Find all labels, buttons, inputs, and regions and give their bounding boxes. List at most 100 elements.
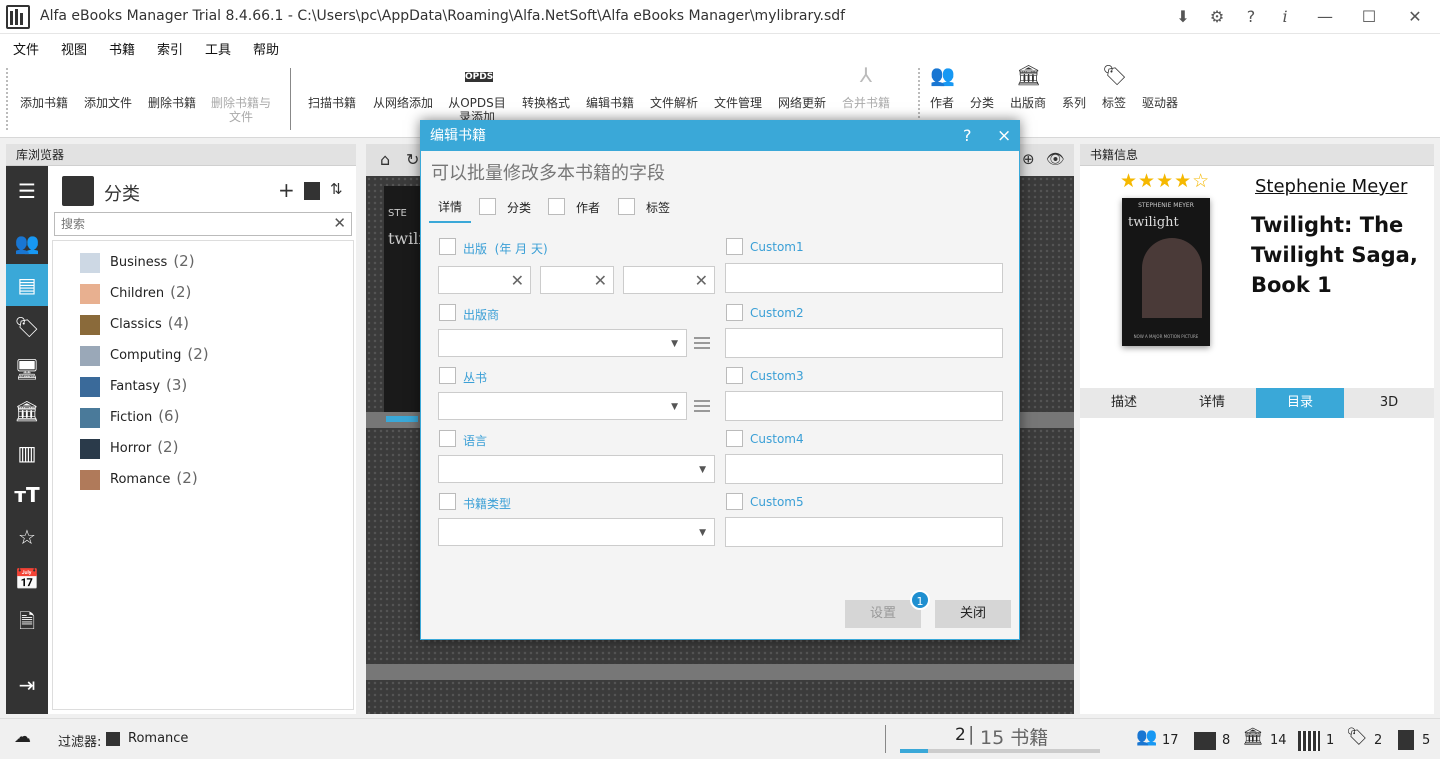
list-item[interactable]: Romance(2) — [80, 467, 198, 489]
list-item[interactable]: Fantasy(3) — [80, 374, 187, 396]
tab-contents[interactable]: 目录 — [1256, 388, 1344, 418]
cloud-icon[interactable]: ☁ — [14, 727, 31, 747]
tags-button[interactable]: 🏷标签 — [1096, 68, 1132, 110]
series-checkbox[interactable] — [439, 367, 456, 384]
nav-star-icon[interactable]: ☆ — [6, 516, 48, 558]
book-spine[interactable]: STEtwili — [384, 186, 422, 412]
clear-icon[interactable]: ✕ — [594, 271, 607, 290]
series-button[interactable]: 系列 — [1056, 68, 1092, 110]
publisher-select[interactable]: ▼ — [438, 329, 687, 357]
book-cover[interactable]: STEPHENIE MEYER twilight NOW A MAJOR MOT… — [1122, 198, 1210, 346]
add-from-opds-button[interactable]: OPDS从OPDS目录添加 — [442, 68, 512, 124]
published-year-field[interactable]: ✕ — [438, 266, 531, 294]
published-day-field[interactable]: ✕ — [623, 266, 715, 294]
tab-author[interactable]: 作者 — [576, 199, 600, 216]
search-box[interactable]: ✕ — [54, 212, 352, 236]
list-item[interactable]: Children(2) — [80, 281, 191, 303]
menu-view[interactable]: 视图 — [61, 39, 87, 58]
minimize-button[interactable]: — — [1302, 0, 1348, 34]
language-checkbox[interactable] — [439, 430, 456, 447]
delete-category-icon[interactable] — [304, 182, 320, 200]
home-icon[interactable]: ⌂ — [380, 150, 390, 169]
close-button[interactable]: 关闭 — [935, 600, 1011, 628]
merge-books-button[interactable]: ⅄合并书籍 — [834, 68, 898, 110]
series-select[interactable]: ▼ — [438, 392, 687, 420]
web-update-button[interactable]: 网络更新 — [770, 68, 834, 110]
nav-tags-icon[interactable]: 🏷 — [6, 306, 48, 348]
book-type-checkbox[interactable] — [439, 493, 456, 510]
custom3-checkbox[interactable] — [726, 367, 743, 384]
nav-calendar-icon[interactable]: 📅 — [6, 558, 48, 600]
list-item[interactable]: Horror(2) — [80, 436, 178, 458]
edit-book-button[interactable]: 编辑书籍 — [578, 68, 642, 110]
add-book-button[interactable]: 添加书籍 — [12, 68, 76, 110]
clear-icon[interactable]: ✕ — [695, 271, 708, 290]
refresh-icon[interactable]: ↻ — [406, 150, 419, 169]
tab-tags[interactable]: 标签 — [646, 199, 670, 216]
custom3-input[interactable] — [725, 391, 1003, 421]
tab-description[interactable]: 描述 — [1080, 388, 1168, 418]
publishers-button[interactable]: 🏛出版商 — [1004, 68, 1052, 110]
menu-help[interactable]: 帮助 — [253, 39, 279, 58]
book-author-link[interactable]: Stephenie Meyer — [1255, 176, 1407, 197]
custom1-checkbox[interactable] — [726, 238, 743, 255]
rating-stars[interactable]: ★★★★☆ — [1120, 170, 1210, 192]
add-from-web-button[interactable]: 从网络添加 — [368, 68, 438, 110]
custom2-checkbox[interactable] — [726, 304, 743, 321]
nav-authors-icon[interactable]: 👥 — [6, 222, 48, 264]
scan-books-button[interactable]: 扫描书籍 — [300, 68, 364, 110]
add-icon[interactable]: + — [278, 178, 295, 202]
drives-button[interactable]: 驱动器 — [1136, 68, 1184, 110]
nav-series-icon[interactable]: ▥ — [6, 432, 48, 474]
sort-icon[interactable]: ⇅ — [330, 180, 343, 198]
delete-book-and-file-button[interactable]: 删除书籍与文件 — [204, 68, 278, 124]
custom2-input[interactable] — [725, 328, 1003, 358]
menu-books[interactable]: 书籍 — [109, 39, 135, 58]
convert-format-button[interactable]: 转换格式 — [514, 68, 578, 110]
tags-tab-checkbox[interactable] — [618, 198, 635, 215]
published-checkbox[interactable] — [439, 238, 456, 255]
close-window-button[interactable]: ✕ — [1392, 0, 1438, 34]
list-icon[interactable] — [694, 398, 710, 412]
eye-icon[interactable]: 👁 — [1046, 150, 1065, 168]
category-tab-checkbox[interactable] — [479, 198, 496, 215]
publisher-checkbox[interactable] — [439, 304, 456, 321]
menu-index[interactable]: 索引 — [157, 39, 183, 58]
language-select[interactable]: ▼ — [438, 455, 715, 483]
zoom-icon[interactable]: ⊕ — [1022, 150, 1035, 168]
set-button[interactable]: 设置 — [845, 600, 921, 628]
list-icon[interactable] — [694, 335, 710, 349]
maximize-button[interactable]: ☐ — [1346, 0, 1392, 34]
list-item[interactable]: Computing(2) — [80, 343, 209, 365]
menu-icon[interactable]: ☰ — [6, 170, 48, 212]
nav-file-icon[interactable]: 🗎 — [6, 600, 48, 642]
custom1-input[interactable] — [725, 263, 1003, 293]
file-manage-button[interactable]: 文件管理 — [706, 68, 770, 110]
nav-font-icon[interactable]: тT — [6, 474, 48, 516]
nav-categories-icon[interactable]: ▤ — [6, 264, 48, 306]
custom5-input[interactable] — [725, 517, 1003, 547]
book-type-select[interactable]: ▼ — [438, 518, 715, 546]
dialog-close-icon[interactable]: × — [997, 121, 1011, 151]
author-tab-checkbox[interactable] — [548, 198, 565, 215]
search-input[interactable] — [55, 213, 325, 235]
nav-publishers-icon[interactable]: 🏛 — [6, 390, 48, 432]
nav-monitor-icon[interactable]: 🖥 — [6, 348, 48, 390]
add-file-button[interactable]: 添加文件 — [76, 68, 140, 110]
custom4-checkbox[interactable] — [726, 430, 743, 447]
clear-search-icon[interactable]: ✕ — [333, 214, 346, 232]
categories-button[interactable]: 分类 — [964, 68, 1000, 110]
list-item[interactable]: Classics(4) — [80, 312, 189, 334]
custom5-checkbox[interactable] — [726, 493, 743, 510]
menu-tools[interactable]: 工具 — [205, 39, 231, 58]
custom4-input[interactable] — [725, 454, 1003, 484]
menu-file[interactable]: 文件 — [13, 39, 39, 58]
list-item[interactable]: Fiction(6) — [80, 405, 179, 427]
authors-button[interactable]: 👥作者 — [924, 68, 960, 110]
published-month-field[interactable]: ✕ — [540, 266, 614, 294]
tab-3d[interactable]: 3D — [1344, 388, 1434, 418]
file-parse-button[interactable]: 文件解析 — [642, 68, 706, 110]
delete-book-button[interactable]: 删除书籍 — [140, 68, 204, 110]
dialog-help-button[interactable]: ? — [963, 121, 972, 151]
clear-icon[interactable]: ✕ — [511, 271, 524, 290]
